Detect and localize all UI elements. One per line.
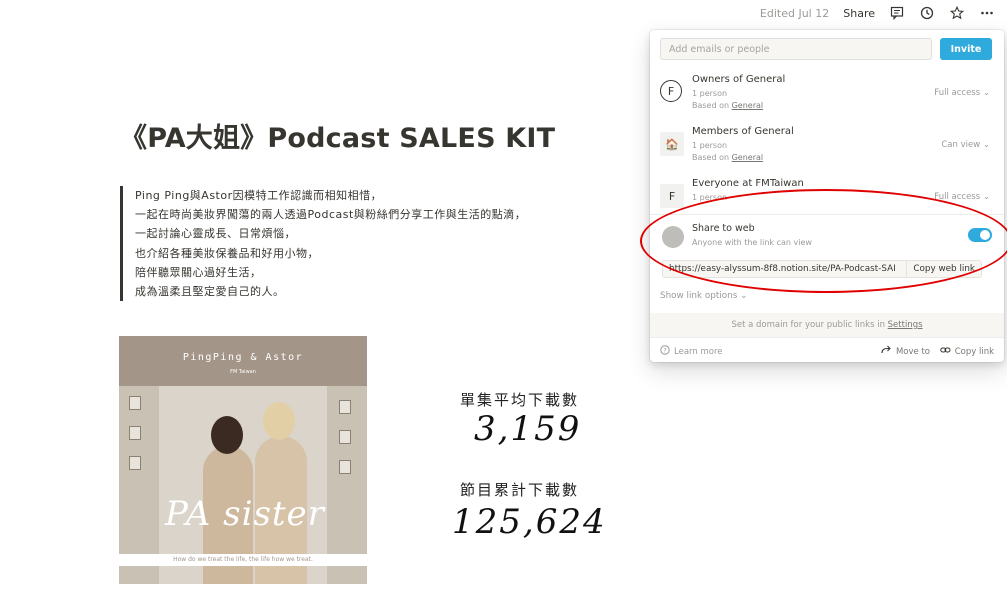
window xyxy=(129,396,141,410)
cover-tagline: How do we treat the life, the life how w… xyxy=(119,554,367,566)
domain-note-prefix: Set a domain for your public links in xyxy=(731,320,888,330)
window xyxy=(129,426,141,440)
settings-link[interactable]: Settings xyxy=(888,320,923,330)
intro-quote: Ping Ping與Astor因模特工作認識而相知相惜， 一起在時尚美妝界闖蕩的… xyxy=(120,186,527,302)
member-owners[interactable]: F Owners of General 1 person Based on Ge… xyxy=(660,74,994,114)
member-based-on: Based on General xyxy=(692,101,763,110)
share-to-web-title: Share to web xyxy=(692,223,755,234)
permission-label: Full access xyxy=(934,192,981,202)
window xyxy=(339,460,351,474)
quote-line: 一起在時尚美妝界闖蕩的兩人透過Podcast與粉絲們分享工作與生活的點滴， xyxy=(135,208,527,222)
share-button[interactable]: Share xyxy=(843,7,875,20)
share-panel-footer: ? Learn more Move to Copy link xyxy=(650,337,1004,362)
quote-line: 也介紹各種美妝保養品和好用小物， xyxy=(135,246,319,260)
chevron-down-icon: ⌄ xyxy=(982,140,990,150)
domain-note: Set a domain for your public links in Se… xyxy=(650,313,1004,337)
person-right-head xyxy=(263,402,295,440)
move-to-button[interactable]: Move to xyxy=(881,345,930,358)
invite-button[interactable]: Invite xyxy=(940,38,992,60)
web-link-url[interactable]: https://easy-alyssum-8f8.notion.site/PA-… xyxy=(663,264,906,274)
quote-line: 一起討論心靈成長、日常煩惱， xyxy=(135,227,296,241)
based-on-link[interactable]: General xyxy=(732,153,764,162)
based-on-prefix: Based on xyxy=(692,153,732,162)
divider xyxy=(650,214,1004,215)
chevron-down-icon: ⌄ xyxy=(982,192,990,202)
chevron-down-icon: ⌄ xyxy=(982,88,990,98)
quote-line: 陪伴聽眾關心過好生活， xyxy=(135,265,262,279)
permission-dropdown[interactable]: Full access ⌄ xyxy=(934,88,990,98)
podcast-cover-image: PingPing & Astor FM Taiwan PA sister How… xyxy=(119,336,367,584)
cover-script-text: PA sister xyxy=(165,494,325,534)
edited-timestamp: Edited Jul 12 xyxy=(759,6,830,20)
member-based-on: Based on General xyxy=(692,153,763,162)
top-bar: Edited Jul 12 Share xyxy=(760,0,1007,26)
share-panel: Invite F Owners of General 1 person Base… xyxy=(650,30,1004,362)
history-icon[interactable] xyxy=(919,5,935,21)
web-link-field[interactable]: https://easy-alyssum-8f8.notion.site/PA-… xyxy=(662,260,982,278)
member-count: 1 person xyxy=(692,141,728,150)
toggle-knob xyxy=(980,230,990,240)
link-icon xyxy=(940,345,951,358)
invite-row: Invite xyxy=(660,38,992,60)
permission-label: Can view xyxy=(941,140,981,150)
member-count: 1 person xyxy=(692,89,728,98)
workspace-avatar: F xyxy=(660,80,682,102)
copy-link-label: Copy link xyxy=(954,346,994,357)
learn-more-link[interactable]: ? Learn more xyxy=(660,345,722,358)
cover-logo: FM Taiwan xyxy=(230,369,256,375)
permission-dropdown[interactable]: Can view ⌄ xyxy=(941,140,990,150)
quote-line: Ping Ping與Astor因模特工作認識而相知相惜， xyxy=(135,189,383,202)
cover-title: PingPing & Astor xyxy=(182,352,304,363)
member-name: Members of General xyxy=(692,126,794,137)
stat-value-avg-downloads: 3,159 xyxy=(474,409,582,449)
member-name: Owners of General xyxy=(692,74,786,85)
show-link-options[interactable]: Show link options ⌄ xyxy=(660,291,747,301)
window xyxy=(339,400,351,414)
stat-label-avg-downloads: 單集平均下載數 xyxy=(460,391,580,409)
permission-label: Full access xyxy=(934,88,981,98)
member-name: Everyone at FMTaiwan xyxy=(692,178,804,189)
copy-web-link-button[interactable]: Copy web link xyxy=(906,261,981,277)
more-icon[interactable] xyxy=(979,5,995,21)
page-title: 《PA大姐》Podcast SALES KIT xyxy=(120,123,556,154)
svg-text:?: ? xyxy=(663,347,666,355)
member-members[interactable]: 🏠 Members of General 1 person Based on G… xyxy=(660,126,994,166)
workspace-avatar: F xyxy=(660,184,684,208)
person-left-head xyxy=(211,416,243,454)
share-to-web-toggle[interactable] xyxy=(968,228,992,242)
chevron-down-icon: ⌄ xyxy=(740,291,748,301)
globe-icon xyxy=(662,226,684,248)
comment-icon[interactable] xyxy=(889,5,905,21)
permission-dropdown[interactable]: Full access ⌄ xyxy=(934,192,990,202)
copy-link-button[interactable]: Copy link xyxy=(940,345,994,358)
member-count: 1 person xyxy=(692,193,728,202)
move-to-label: Move to xyxy=(895,346,930,357)
email-input[interactable] xyxy=(660,38,932,60)
member-everyone[interactable]: F Everyone at FMTaiwan 1 person Full acc… xyxy=(660,178,994,218)
show-link-options-label: Show link options xyxy=(660,291,738,301)
stat-label-total-downloads: 節目累計下載數 xyxy=(460,481,580,499)
quote-line: 成為溫柔且堅定愛自己的人。 xyxy=(135,285,285,299)
home-icon: 🏠 xyxy=(660,132,684,156)
window xyxy=(339,430,351,444)
learn-more-label: Learn more xyxy=(674,346,723,357)
star-icon[interactable] xyxy=(949,5,965,21)
based-on-prefix: Based on xyxy=(692,101,732,110)
share-to-web-subtitle: Anyone with the link can view xyxy=(692,238,812,247)
based-on-link[interactable]: General xyxy=(732,101,764,110)
window xyxy=(129,456,141,470)
move-arrow-icon xyxy=(881,345,892,358)
help-icon: ? xyxy=(660,345,670,358)
stat-value-total-downloads: 125,624 xyxy=(452,502,607,542)
